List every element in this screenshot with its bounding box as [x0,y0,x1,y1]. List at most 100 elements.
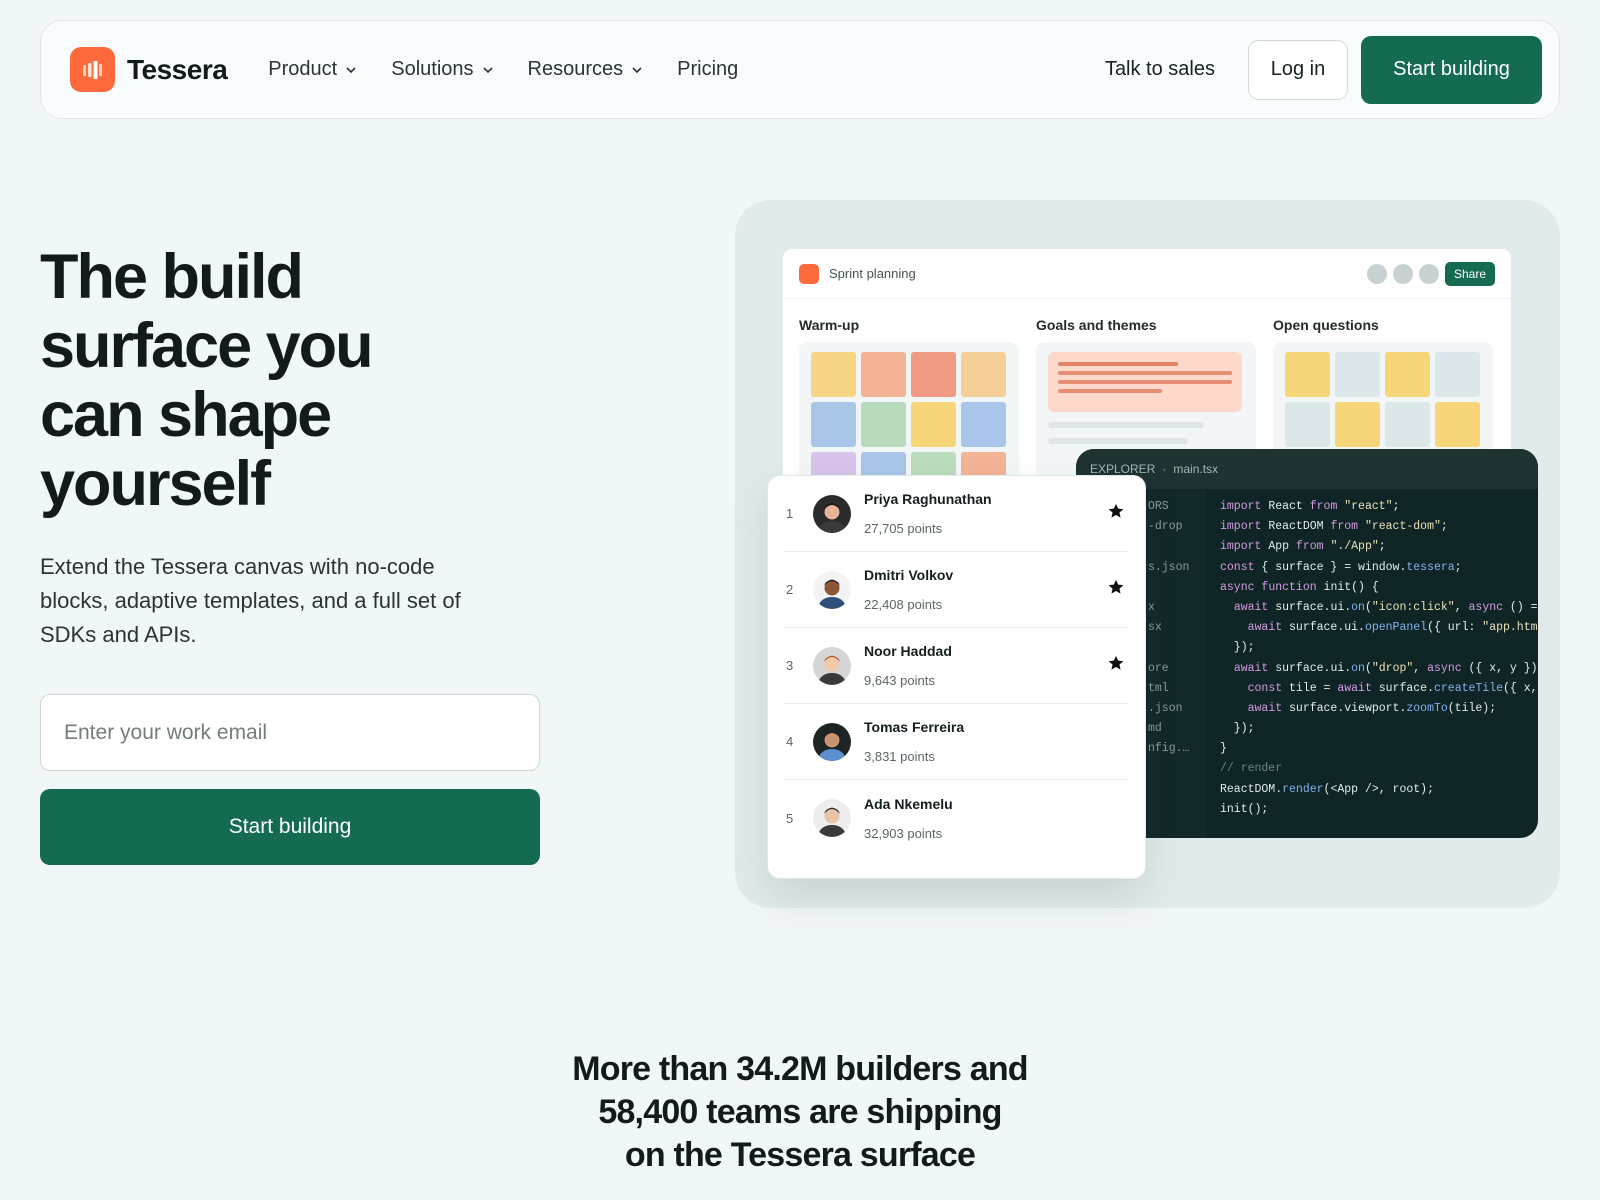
rank-number: 4 [786,734,794,749]
player-name: Dmitri Volkov [864,567,954,583]
leaderboard-row[interactable]: 3 Noor Haddad 9,643 points [784,628,1129,704]
player-info: Dmitri Volkov 22,408 points [864,567,1107,612]
code-line: import App from "./App"; [1220,540,1386,554]
sticky-note [861,402,906,447]
sticky-note [1335,352,1380,397]
code-line: import ReactDOM from "react-dom"; [1220,520,1448,534]
player-info: Priya Raghunathan 27,705 points [864,491,1107,536]
rank-number: 5 [786,810,794,826]
logo[interactable]: Tessera [70,47,228,92]
code-line: import React from "react"; [1220,500,1400,513]
player-points: 9,643 points [864,673,935,688]
player-points: 27,705 points [864,521,943,536]
column-title: Goals and themes [1036,317,1157,333]
leaderboard-row[interactable]: 5 Ada Nkemelu 32,903 points [784,780,1129,856]
nav-item-label: Product [268,58,338,80]
board-column-warmup: Warm-up [799,317,1019,487]
top-nav: Tessera Product Solutions Resources Pric… [40,20,1560,119]
avatar [813,646,851,685]
sticky-note [811,352,856,397]
chevron-down-icon [631,66,643,74]
hero-title-line: yourself [40,449,271,519]
code-line: init(); [1220,802,1269,816]
share-button[interactable]: Share [1444,261,1495,286]
hero-title-line: surface you [40,311,374,381]
code-line: const tile = await surface.createTile({ … [1247,681,1538,695]
star-icon[interactable] [1107,578,1127,601]
rank-number: 3 [786,658,794,673]
star-icon[interactable] [1107,502,1127,525]
code-line: // render [1220,762,1283,776]
nav-links: Product Solutions Resources Pricing [268,58,772,81]
collaborator-avatars: Share [1361,261,1495,286]
stats-headline: More than 34.2M builders and 58,400 team… [500,1048,1100,1177]
stats-line: 58,400 teams are shipping [598,1093,1002,1131]
avatar [813,570,851,609]
player-points: 32,903 points [864,825,943,841]
nav-item-product[interactable]: Product [268,58,357,81]
player-info: Ada Nkemelu 32,903 points [864,796,1107,841]
sticky-note [961,352,1006,397]
leaderboard-row[interactable]: 1 Priya Raghunathan 27,705 points [784,476,1129,552]
rank-number: 2 [786,582,794,597]
hero-title-line: The build [40,242,304,312]
avatar [1418,263,1439,284]
login-button[interactable]: Log in [1248,39,1348,100]
sticky-note [911,352,956,397]
goal-note [1048,352,1242,412]
work-email-input[interactable] [40,694,540,771]
code-line: async function init() { [1220,580,1379,594]
sticky-note [811,402,856,447]
nav-item-resources[interactable]: Resources [528,58,644,81]
sticky-note [1385,352,1430,397]
sticky-note [1285,402,1330,447]
avatar [813,494,851,533]
code-line: } [1220,742,1227,756]
avatar [813,722,851,761]
chevron-down-icon [345,66,357,74]
stats-line: on the Tessera surface [624,1136,976,1174]
player-points: 22,408 points [864,597,943,612]
logo-mark-icon [70,47,115,92]
player-info: Noor Haddad 9,643 points [864,643,1107,688]
nav-item-label: Resources [527,58,624,80]
open-file-tab[interactable]: main.tsx [1173,462,1218,476]
star-icon[interactable] [1107,654,1127,677]
nav-item-label: Solutions [391,58,474,80]
rank-number: 1 [786,506,794,521]
stats-line: More than 34.2M builders and [572,1050,1028,1088]
board-header: Sprint planning Share [783,249,1511,299]
code-line: }); [1220,641,1255,655]
sticky-note [1435,402,1480,447]
sticky-note [1385,402,1430,447]
code-line: await surface.ui.openPanel({ url: "app.h… [1247,621,1538,635]
nav-item-pricing[interactable]: Pricing [677,58,738,81]
hero-subtitle: Extend the Tessera canvas with no-code b… [40,554,461,647]
player-name: Tomas Ferreira [864,719,965,735]
leaderboard-row[interactable]: 4 Tomas Ferreira 3,831 points [784,704,1129,780]
start-building-nav-button[interactable]: Start building [1361,35,1542,104]
nav-actions: Talk to sales Log in Start building [1105,35,1542,104]
sticky-note [1335,402,1380,447]
code-line: await surface.ui.on("drop", async ({ x, … [1233,661,1538,675]
code-line: }); [1220,722,1255,736]
sticky-note [911,402,956,447]
sticky-note [961,402,1006,447]
player-info: Tomas Ferreira 3,831 points [864,719,1107,764]
leaderboard-row[interactable]: 2 Dmitri Volkov 22,408 points [784,552,1129,628]
sticky-note [1285,352,1330,397]
sticky-notes-card [799,342,1019,487]
nav-item-label: Pricing [677,58,739,80]
code-line: await surface.viewport.zoomTo(tile); [1247,701,1497,715]
board-app-icon [799,263,819,284]
player-points: 3,831 points [864,749,935,764]
explorer-label: EXPLORER [1090,462,1156,476]
code-lines: import React from "react"; import ReactDO… [1206,489,1538,838]
chevron-down-icon [482,66,494,74]
talk-to-sales-link[interactable]: Talk to sales [1105,58,1215,81]
nav-item-solutions[interactable]: Solutions [391,58,493,81]
leaderboard-card: 1 Priya Raghunathan 27,705 points 2 Dmitri V… [767,475,1146,879]
avatar [1392,263,1413,284]
start-building-button[interactable]: Start building [40,789,540,865]
code-line: const { surface } = window.tessera; [1220,560,1462,574]
